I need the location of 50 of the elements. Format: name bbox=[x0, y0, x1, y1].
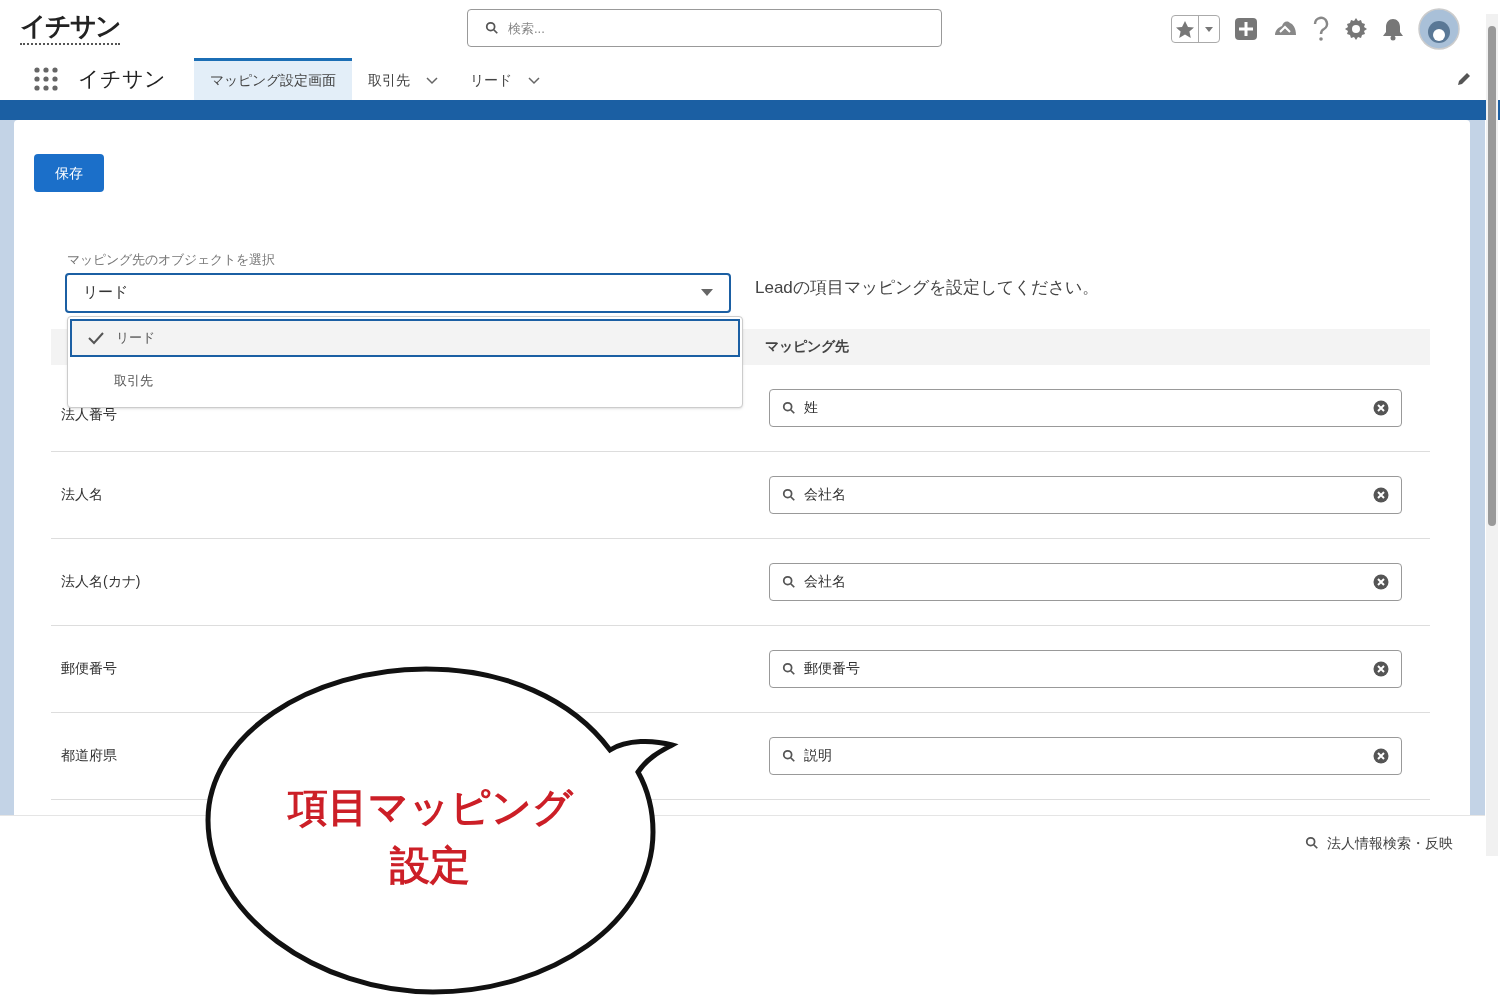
app-logo: イチサン bbox=[20, 13, 120, 45]
lookup-field[interactable]: 郵便番号 bbox=[769, 649, 1402, 688]
edit-icon[interactable] bbox=[1456, 71, 1472, 87]
search-icon bbox=[782, 487, 796, 502]
field-label: マッピング先のオブジェクトを選択 bbox=[67, 251, 276, 269]
nav-tab[interactable]: 取引先 bbox=[352, 58, 454, 100]
table-cell-text: 法人名 bbox=[61, 485, 104, 504]
lookup-field[interactable]: 姓 bbox=[769, 388, 1402, 427]
dropdown-option[interactable]: リード bbox=[70, 319, 740, 357]
settings-icon[interactable] bbox=[1344, 17, 1368, 41]
column-header: マッピング先 bbox=[765, 337, 850, 356]
lookup-field[interactable]: 会社名 bbox=[769, 562, 1402, 601]
callout-text: 項目マッピング bbox=[287, 784, 573, 831]
table-cell-text: 都道府県 bbox=[61, 746, 118, 765]
help-icon[interactable] bbox=[1312, 16, 1330, 42]
favorites-button[interactable] bbox=[1171, 15, 1220, 43]
clear-icon[interactable] bbox=[1373, 747, 1389, 764]
table-cell-text: 郵便番号 bbox=[61, 659, 118, 678]
dropdown-option[interactable]: 取引先 bbox=[70, 362, 740, 400]
clear-icon[interactable] bbox=[1373, 399, 1389, 416]
search-icon bbox=[782, 748, 796, 763]
search-icon bbox=[782, 400, 796, 415]
scrollbar[interactable] bbox=[1486, 14, 1498, 856]
table-cell-text: 法人名(カナ) bbox=[61, 572, 142, 591]
nav-tab[interactable]: リード bbox=[454, 58, 556, 100]
lookup-field[interactable]: 説明 bbox=[769, 736, 1402, 775]
instruction-text: Leadの項目マッピングを設定してください。 bbox=[755, 277, 1100, 299]
bell-icon[interactable] bbox=[1382, 17, 1404, 41]
search-icon bbox=[485, 21, 499, 35]
check-icon bbox=[88, 331, 104, 345]
app-launcher-icon[interactable] bbox=[34, 67, 58, 91]
search-icon bbox=[782, 574, 796, 589]
caret-icon bbox=[701, 288, 713, 297]
search-field[interactable]: 検索... bbox=[467, 9, 942, 47]
clear-icon[interactable] bbox=[1373, 486, 1389, 503]
search-icon bbox=[1305, 836, 1319, 850]
object-select[interactable]: リード bbox=[65, 272, 731, 313]
clear-icon[interactable] bbox=[1373, 573, 1389, 590]
caret-icon bbox=[1205, 26, 1213, 32]
search-icon bbox=[782, 661, 796, 676]
add-icon[interactable] bbox=[1234, 17, 1258, 41]
app-name: イチサン bbox=[78, 66, 166, 93]
lookup-field[interactable]: 会社名 bbox=[769, 475, 1402, 514]
utility-button[interactable]: 法人情報検索・反映 bbox=[1305, 832, 1453, 854]
save-button[interactable]: 保存 bbox=[34, 154, 104, 192]
clear-icon[interactable] bbox=[1373, 660, 1389, 677]
callout-text: 設定 bbox=[390, 842, 470, 889]
avatar-icon[interactable] bbox=[1418, 8, 1460, 50]
table-cell-text: 法人番号 bbox=[61, 405, 118, 424]
nav-tab[interactable]: マッピング設定画面 bbox=[194, 58, 352, 100]
